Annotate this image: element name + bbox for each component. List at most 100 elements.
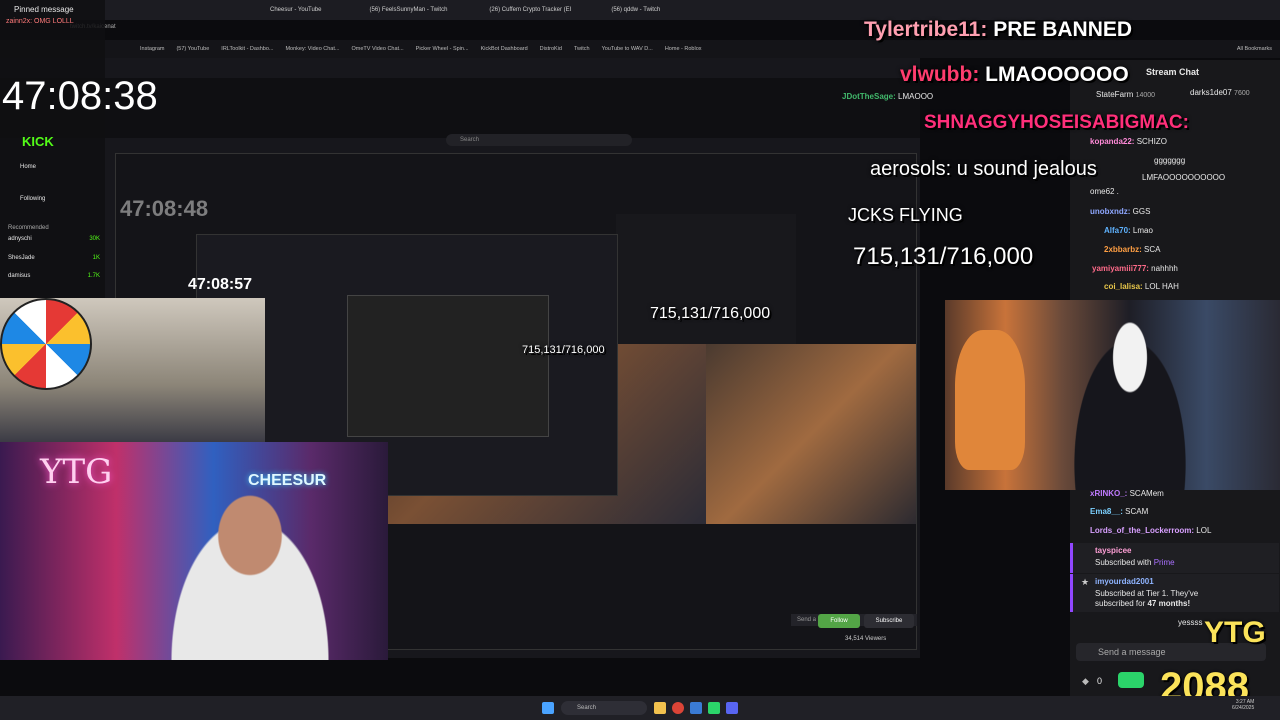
viewer-count: 34,514 Viewers (845, 636, 887, 642)
chat-message: Alfa70: Lmao (1104, 226, 1153, 236)
chat-message: yamiyamiii777: nahhhh (1092, 264, 1178, 274)
bookmark[interactable]: (57) YouTube (176, 46, 209, 52)
bookmark[interactable]: DistroKid (540, 46, 562, 52)
bookmark[interactable]: Twitch (574, 46, 590, 52)
subscribe-label: Subscribe (875, 618, 903, 624)
channel-name: adnyschi (8, 236, 32, 242)
channel-count: 1.7K (87, 273, 100, 279)
channel-name: ShesJade (8, 255, 35, 261)
bookmark[interactable]: Picker Wheel - Spin... (416, 46, 469, 52)
leader-entry: darks1de07 7600 (1190, 88, 1250, 99)
leader-name: darks1de07 (1190, 88, 1232, 97)
chat-message: kopanda22: SCHIZO (1090, 137, 1167, 147)
chat-message: xRINKO_: SCAMem (1090, 489, 1164, 499)
sub-text: Subscribed with (1095, 558, 1152, 567)
chat-text: SCAM (1125, 507, 1149, 516)
recommended-channel[interactable]: damisus 1.7K (8, 273, 100, 279)
chat-text: LOL HAH (1144, 282, 1179, 291)
nested-subgoal: 715,131/716,000 (650, 305, 771, 322)
prize-wheel-front (0, 298, 92, 390)
overlay-user: vlwubb: (900, 63, 980, 86)
recommended-channel[interactable]: adnyschi 30K (8, 236, 100, 242)
nested-screen-3 (347, 295, 549, 437)
browser-tab-bar: Cheesur - YouTube (56) FeelsSunnyMan - T… (0, 0, 1280, 20)
follow-button[interactable]: Follow (818, 614, 860, 628)
app-icon[interactable] (708, 702, 720, 714)
bits-count: 0 (1097, 676, 1103, 686)
bookmarks-bar: Instagram (57) YouTube IRLToolkit - Dash… (0, 40, 1280, 58)
chat-text: nahhhh (1151, 264, 1178, 273)
taskbar-search[interactable]: Search (561, 701, 647, 715)
sub-months: 47 months! (1147, 598, 1191, 608)
browser-tab[interactable]: Cheesur - YouTube (270, 7, 321, 13)
bookmark[interactable]: YouTube to WAV D... (602, 46, 653, 52)
sub-user: imyourdad2001 (1095, 577, 1154, 586)
overlay-msg: SHNAGGYHOSEISABIGMAC: (924, 112, 1189, 134)
channel-name: damisus (8, 273, 31, 279)
browser-tab[interactable]: (56) qddw - Twitch (611, 7, 660, 13)
chat-text: SCAMem (1129, 489, 1164, 498)
following-label[interactable]: Following (20, 196, 45, 202)
nested-chat (616, 214, 796, 344)
store-icon[interactable] (690, 702, 702, 714)
file-explorer-icon[interactable] (654, 702, 666, 714)
overlay-text: LMAOOOOOO (985, 63, 1129, 86)
chat-user: unobxndz: (1090, 207, 1131, 216)
chat-text: ggggggg (1154, 156, 1186, 165)
bookmark[interactable]: KickBot Dashboard (481, 46, 528, 52)
kick-logo-text: KICK (22, 134, 54, 149)
windows-taskbar: Search (0, 696, 1280, 720)
search-bar[interactable]: Search (446, 134, 632, 146)
leader-entry: StateFarm 14000 (1096, 90, 1155, 101)
chrome-icon[interactable] (672, 702, 684, 714)
chat-message: Ema8__: SCAM (1090, 507, 1148, 517)
channel-count: 30K (89, 236, 100, 242)
nested-subgoal-2: 715,131/716,000 (522, 344, 605, 356)
chat-message: ome62 . (1090, 187, 1119, 197)
pinned-label: Pinned message (14, 5, 74, 14)
sub-prime: Prime (1153, 558, 1175, 567)
home-label[interactable]: Home (20, 164, 36, 170)
chat-text: LMAOOO (898, 92, 934, 101)
main-webcam (945, 300, 1280, 490)
pinned-message: zainn2x: OMG LOLLL (6, 18, 74, 25)
overlay-msg: vlwubb: LMAOOOOOO (900, 63, 1129, 87)
chat-message: JDotTheSage: LMAOOO (842, 92, 933, 102)
browser-tab[interactable]: (26) Cuffem Crypto Tracker (EI (489, 7, 571, 13)
follow-label: Follow (830, 618, 848, 624)
discord-icon[interactable] (726, 702, 738, 714)
clock-date: 6/24/2025 (1232, 705, 1255, 711)
bookmark[interactable]: IRLToolkit - Dashbo... (221, 46, 273, 52)
chat-user: JDotTheSage: (842, 92, 896, 101)
chat-send-button[interactable] (1118, 672, 1144, 688)
chat-text: ome62 . (1090, 187, 1119, 196)
chat-user: Alfa70: (1104, 226, 1131, 235)
recommended-label: Recommended (8, 225, 49, 231)
kick-logo: KICK (22, 134, 54, 149)
chat-text: SCHIZO (1136, 137, 1167, 146)
overlay-text: JCKS FLYING (848, 205, 963, 225)
leader-amount: 7600 (1234, 90, 1250, 97)
star-icon: ★ (1081, 577, 1090, 587)
taskbar-clock: 3:27 AM 6/24/2025 (1232, 699, 1254, 711)
browser-tab[interactable]: (56) FeelsSunnyMan - Twitch (369, 7, 447, 13)
bookmark[interactable]: Monkey: Video Chat... (285, 46, 339, 52)
address-bar[interactable]: twitch.tv/kaicenat (70, 24, 770, 36)
subscribe-button[interactable]: Subscribe (864, 614, 914, 628)
bookmark[interactable]: OmeTV Video Chat... (351, 46, 403, 52)
bookmark[interactable]: Home - Roblox (665, 46, 702, 52)
overlay-msg: aerosols: u sound jealous (870, 158, 1097, 181)
chat-user: 2xbbarbz: (1104, 245, 1142, 254)
recommended-channel[interactable]: ShesJade 1K (8, 255, 100, 261)
windows-start-icon[interactable] (542, 702, 554, 714)
neon-sign: YTG (40, 452, 113, 492)
chat-text: SCA (1144, 245, 1161, 254)
main-streamer-figure (1065, 320, 1195, 490)
sub-event: tayspicee Subscribed with Prime (1070, 543, 1279, 573)
all-bookmarks[interactable]: All Bookmarks (1237, 46, 1272, 52)
bits-icon[interactable]: ◆ (1082, 676, 1089, 687)
chat-message: Lords_of_the_Lockerroom: LOL (1090, 526, 1211, 536)
ytg-logo: YTG (1204, 616, 1266, 649)
sub-line: Subscribed at Tier 1. They've subscribed… (1095, 589, 1225, 608)
bookmark[interactable]: Instagram (140, 46, 164, 52)
